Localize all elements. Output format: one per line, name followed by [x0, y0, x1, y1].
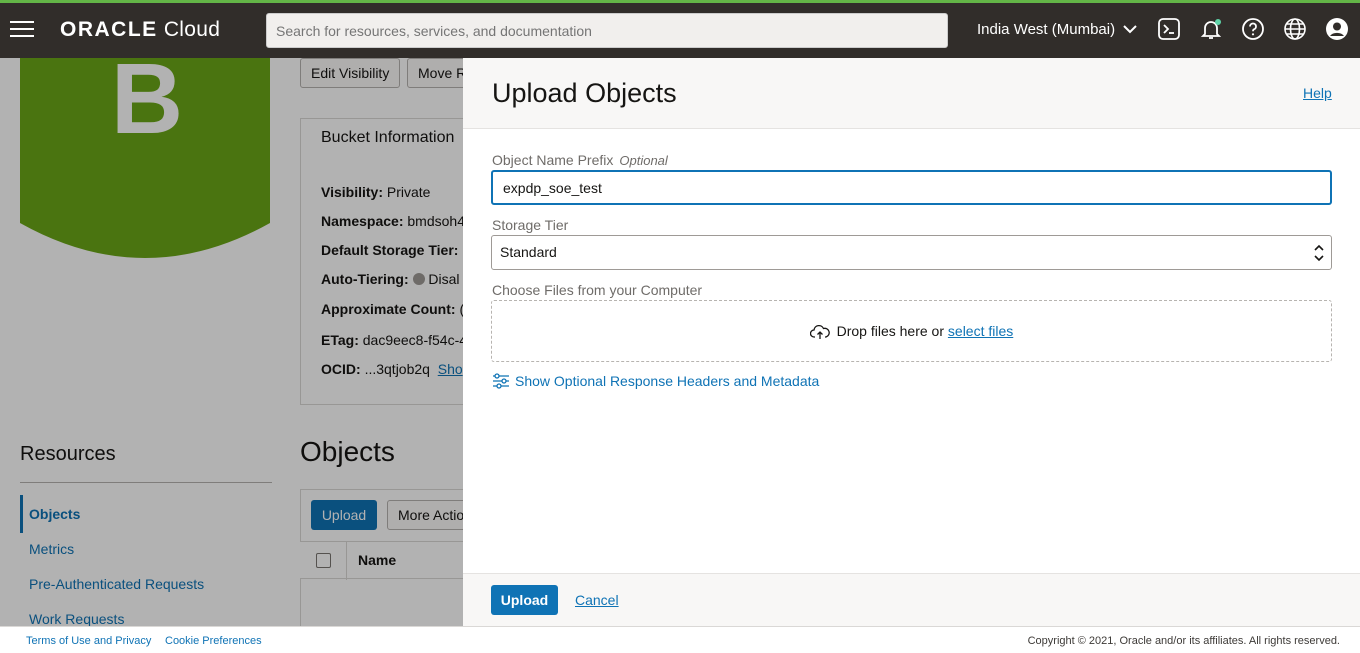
sliders-settings-icon — [493, 373, 509, 389]
top-navigation-bar: ORACLE Cloud India West (Mumbai) — [0, 0, 1360, 58]
help-icon[interactable] — [1241, 17, 1265, 41]
object-name-prefix-input[interactable] — [491, 170, 1332, 205]
cookie-preferences-link[interactable]: Cookie Preferences — [165, 635, 262, 647]
cloud-shell-icon[interactable] — [1157, 17, 1181, 41]
object-name-prefix-label: Object Name Prefix Optional — [492, 152, 668, 168]
region-selector[interactable]: India West (Mumbai) — [977, 21, 1137, 38]
hamburger-menu-icon[interactable] — [10, 21, 34, 37]
drawer-header: Upload Objects Help — [463, 58, 1360, 129]
page-footer: Terms of Use and Privacy Cookie Preferen… — [0, 626, 1360, 653]
file-drop-zone[interactable]: Drop files here or select files — [491, 300, 1332, 362]
drawer-title: Upload Objects — [492, 78, 677, 108]
storage-tier-value: Standard — [500, 244, 557, 260]
accent-stripe — [0, 0, 1360, 3]
show-optional-headers-link[interactable]: Show Optional Response Headers and Metad… — [492, 372, 819, 390]
language-globe-icon[interactable] — [1283, 17, 1307, 41]
drop-files-text: Drop files here or — [836, 323, 945, 339]
select-files-link[interactable]: select files — [948, 323, 1013, 339]
drawer-footer: Upload Cancel — [463, 573, 1360, 626]
oracle-cloud-logo[interactable]: ORACLE Cloud — [60, 18, 220, 42]
copyright-text: Copyright © 2021, Oracle and/or its affi… — [1027, 635, 1340, 647]
cancel-button[interactable]: Cancel — [575, 592, 619, 608]
help-link[interactable]: Help — [1303, 85, 1332, 101]
terms-link[interactable]: Terms of Use and Privacy — [26, 635, 151, 647]
storage-tier-select[interactable]: Standard — [491, 235, 1332, 270]
search-input[interactable] — [266, 13, 948, 48]
modal-overlay[interactable] — [0, 58, 463, 626]
upload-objects-drawer: Upload Objects Help Object Name Prefix Op… — [463, 58, 1360, 626]
choose-files-label: Choose Files from your Computer — [492, 282, 703, 298]
region-label: India West (Mumbai) — [977, 21, 1116, 38]
storage-tier-label: Storage Tier — [492, 217, 569, 233]
user-profile-icon[interactable] — [1325, 17, 1349, 41]
updown-chevron-icon — [1314, 244, 1324, 262]
chevron-down-icon — [1123, 25, 1137, 34]
notifications-bell-icon[interactable] — [1199, 17, 1223, 41]
cloud-upload-icon — [809, 324, 830, 339]
upload-button[interactable]: Upload — [491, 585, 558, 615]
